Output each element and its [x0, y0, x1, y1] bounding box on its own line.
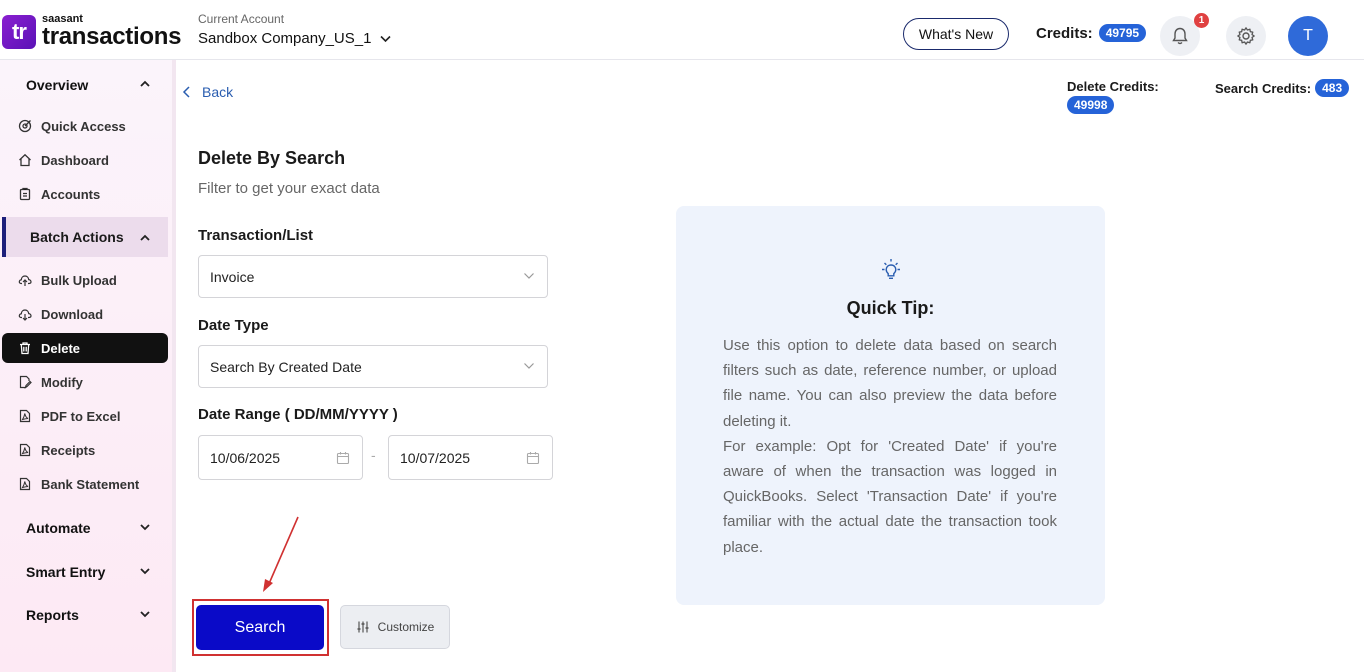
sidebar-item-label: Modify [41, 374, 83, 390]
upload-cloud-icon [18, 275, 32, 286]
app-logo[interactable]: tr saasant transactions [2, 14, 181, 49]
date-range-label: Date Range ( DD/MM/YYYY ) [198, 406, 398, 423]
statement-file-icon [19, 477, 31, 491]
gear-icon [1237, 27, 1255, 45]
quick-tip-paragraph: Use this option to delete data based on … [723, 337, 1057, 430]
user-avatar[interactable]: T [1288, 16, 1328, 56]
date-type-value: Search By Created Date [210, 358, 362, 375]
page-title: Delete By Search [198, 148, 346, 168]
chevron-down-icon[interactable] [138, 607, 152, 621]
logo-mark: tr [2, 14, 36, 49]
search-credits: Search Credits: 483 [1215, 79, 1350, 97]
transaction-value: Invoice [210, 268, 255, 285]
chevron-up-icon[interactable] [138, 77, 152, 91]
sidebar-item-label: Download [41, 306, 104, 322]
top-header: tr saasant transactions Current Account … [0, 0, 1364, 60]
search-credits-label: Search Credits: [1215, 80, 1312, 96]
sidebar-section-smart-entry[interactable]: Smart Entry [26, 564, 105, 580]
calendar-icon [336, 452, 350, 465]
whats-new-button[interactable]: What's New [903, 18, 1009, 50]
chevron-down-icon[interactable] [138, 564, 152, 578]
sidebar-item-label: Dashboard [41, 152, 109, 168]
trash-icon [20, 342, 30, 355]
quick-tip-title: Quick Tip: [846, 298, 935, 318]
quick-tip-card: Quick Tip: Use this option to delete dat… [676, 206, 1105, 605]
chevron-down-icon [524, 363, 534, 369]
search-credits-badge: 483 [1315, 79, 1350, 97]
credits-display: Credits: 49795 [1036, 24, 1147, 42]
sidebar-item-label: Bulk Upload [41, 272, 117, 288]
sidebar-item-bulk-upload[interactable]: Bulk Upload [2, 265, 168, 295]
home-icon [19, 153, 31, 167]
customize-button[interactable]: Customize [340, 605, 450, 649]
edit-file-icon [19, 375, 32, 389]
transaction-label: Transaction/List [198, 227, 314, 244]
sidebar-item-delete[interactable]: Delete [2, 333, 168, 363]
download-cloud-icon [18, 309, 32, 321]
calendar-icon [526, 452, 540, 465]
chevron-down-icon [524, 273, 534, 279]
sidebar-item-dashboard[interactable]: Dashboard [2, 145, 168, 175]
clipboard-icon [19, 187, 31, 201]
date-to-input[interactable]: 10/07/2025 [388, 435, 553, 480]
date-from-value: 10/06/2025 [210, 449, 281, 466]
sidebar-section-label: Batch Actions [30, 229, 124, 245]
sidebar-section-overview[interactable]: Overview [26, 77, 88, 93]
annotation-arrow [263, 516, 299, 592]
delete-credits-badge: 49998 [1067, 96, 1115, 114]
pdf-file-icon [19, 409, 31, 423]
page-subtitle: Filter to get your exact data [198, 180, 380, 197]
sliders-icon [357, 621, 369, 633]
sidebar-item-label: Bank Statement [41, 476, 140, 492]
sidebar-item-label: Receipts [41, 442, 96, 458]
sidebar: Overview Quick Access Dashboard Accounts… [0, 60, 176, 672]
sidebar-section-reports[interactable]: Reports [26, 607, 79, 623]
chevron-left-icon [182, 86, 190, 98]
sidebar-item-label: Accounts [41, 186, 101, 202]
date-separator: - [371, 447, 376, 463]
sidebar-item-download[interactable]: Download [2, 299, 168, 329]
account-label: Current Account [198, 12, 285, 26]
target-icon [18, 119, 32, 133]
credits-badge: 49795 [1098, 24, 1147, 42]
credits-label: Credits: [1036, 24, 1093, 42]
chevron-down-icon [380, 35, 392, 43]
account-switcher[interactable]: Current Account Sandbox Company_US_1 [198, 12, 392, 47]
notification-count-badge: 1 [1194, 13, 1209, 28]
account-name: Sandbox Company_US_1 [198, 30, 372, 47]
quick-tip-body: Use this option to delete data based on … [723, 333, 1057, 560]
sidebar-item-receipts[interactable]: Receipts [2, 435, 168, 465]
sidebar-item-bank-statement[interactable]: Bank Statement [2, 469, 168, 499]
delete-credits-label: Delete Credits: [1067, 79, 1159, 94]
search-button[interactable]: Search [196, 605, 324, 650]
sidebar-section-automate[interactable]: Automate [26, 520, 91, 536]
sidebar-item-label: Delete [41, 340, 81, 356]
sidebar-item-label: PDF to Excel [41, 408, 121, 424]
sidebar-item-quick-access[interactable]: Quick Access [2, 111, 168, 141]
customize-label: Customize [377, 620, 435, 634]
chevron-down-icon[interactable] [138, 520, 152, 534]
date-type-select[interactable]: Search By Created Date [198, 345, 548, 388]
settings-button[interactable] [1226, 16, 1266, 56]
date-to-value: 10/07/2025 [400, 449, 471, 466]
sidebar-item-modify[interactable]: Modify [2, 367, 168, 397]
lightbulb-icon [882, 259, 900, 279]
logo-big-text: transactions [42, 23, 182, 50]
sidebar-item-pdf-to-excel[interactable]: PDF to Excel [2, 401, 168, 431]
sidebar-item-label: Quick Access [41, 118, 126, 134]
delete-credits: Delete Credits: 49998 [1067, 79, 1159, 114]
receipt-file-icon [19, 443, 31, 457]
back-link[interactable]: Back [182, 84, 233, 100]
back-label: Back [202, 84, 234, 100]
bell-icon [1172, 27, 1188, 45]
date-from-input[interactable]: 10/06/2025 [198, 435, 363, 480]
quick-tip-paragraph: For example: Opt for 'Created Date' if y… [723, 437, 1057, 556]
chevron-up-icon[interactable] [138, 231, 152, 245]
transaction-select[interactable]: Invoice [198, 255, 548, 298]
date-type-label: Date Type [198, 317, 269, 334]
sidebar-item-accounts[interactable]: Accounts [2, 179, 168, 209]
